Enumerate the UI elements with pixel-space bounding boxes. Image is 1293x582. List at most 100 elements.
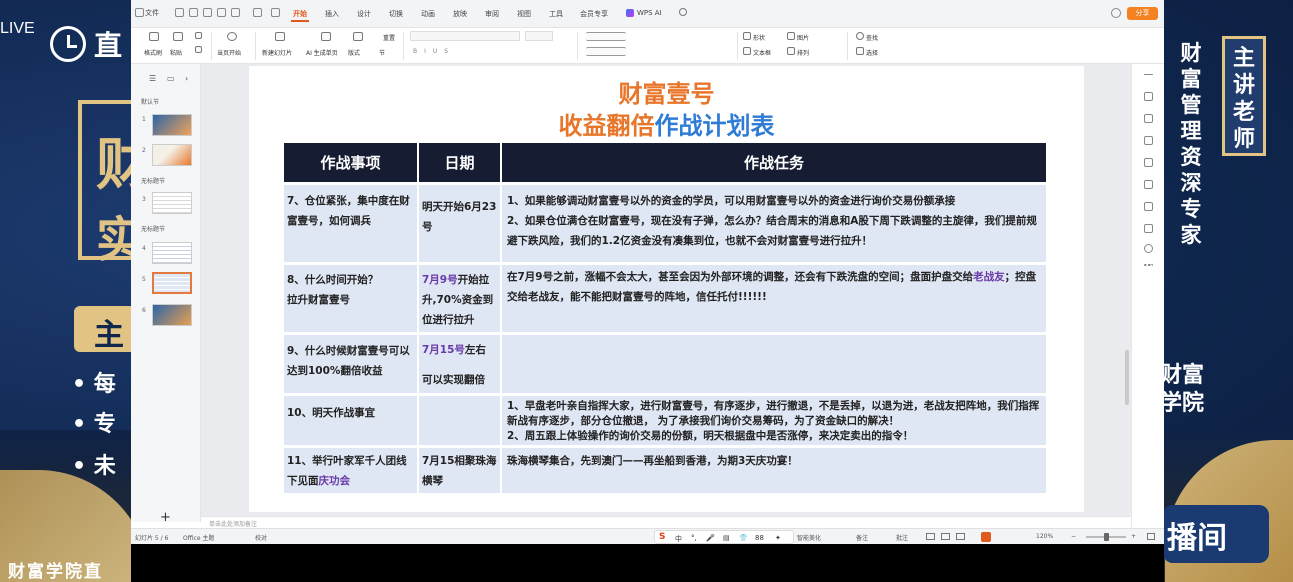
tab-slideshow[interactable]: 放映 <box>453 9 467 19</box>
section-label[interactable]: 默认节 <box>141 97 159 106</box>
tab-review[interactable]: 审阅 <box>485 9 499 19</box>
add-slide-button[interactable]: + <box>160 510 171 525</box>
zoom-slider-thumb[interactable] <box>1104 533 1109 541</box>
properties-icon[interactable] <box>1144 92 1153 101</box>
slide-thumbnail-2[interactable] <box>152 144 192 166</box>
ime-logo[interactable]: S <box>659 532 665 542</box>
paste-icon[interactable] <box>173 32 183 41</box>
input-method-toolbar[interactable]: S 中 °, 🎤 ▤ 👕 88 ✦ <box>654 530 794 544</box>
file-menu[interactable]: 文件 <box>145 8 159 18</box>
play-from-current-icon[interactable] <box>227 32 237 41</box>
table-row[interactable]: 10、明天作战事宜 1、早盘老叶亲自指挥大家，进行财富壹号，有序逐步，进行撤退，… <box>284 393 1046 445</box>
ime-skin-icon[interactable]: 👕 <box>739 534 748 542</box>
layout-button[interactable]: 版式 <box>348 48 360 57</box>
picture-icon[interactable] <box>787 32 795 40</box>
smart-beautify-button[interactable]: 智能美化 <box>797 533 821 542</box>
layout-icon[interactable] <box>353 32 363 41</box>
shape-icon[interactable] <box>743 32 751 40</box>
cut-icon[interactable] <box>195 32 202 39</box>
ime-voice-icon[interactable]: 🎤 <box>706 534 715 542</box>
favorites-icon[interactable] <box>1144 114 1153 123</box>
table-row[interactable]: 7、仓位紧张，集中度在财富壹号，如何调兵 明天开始6月23号 1、如果能够调动财… <box>284 182 1046 262</box>
zoom-in-icon[interactable]: + <box>1131 533 1136 540</box>
ime-chinese-toggle[interactable]: 中 <box>675 534 682 544</box>
select-icon[interactable] <box>856 47 864 55</box>
reset-button[interactable]: 重置 <box>383 33 395 42</box>
slideshow-play-button[interactable] <box>981 532 991 542</box>
save-icon[interactable] <box>189 8 198 17</box>
textbox-icon[interactable] <box>743 47 751 55</box>
font-size-select[interactable] <box>525 31 553 41</box>
open-icon[interactable] <box>175 8 184 17</box>
find-button[interactable]: 查找 <box>866 33 878 42</box>
tab-insert[interactable]: 插入 <box>325 9 339 19</box>
shape-button[interactable]: 形状 <box>753 33 765 42</box>
select-button[interactable]: 选择 <box>866 48 878 57</box>
proofing-button[interactable]: 校对 <box>255 533 267 542</box>
play-from-current-button[interactable]: 当页开始 <box>217 48 241 57</box>
arrange-button[interactable]: 排列 <box>797 48 809 57</box>
sorter-view-icon[interactable] <box>941 533 950 540</box>
section-label[interactable]: 无标题节 <box>141 176 165 185</box>
more-options-icon[interactable] <box>1144 264 1153 266</box>
copy-format-icon[interactable] <box>1144 136 1153 145</box>
new-slide-icon[interactable] <box>275 32 285 41</box>
ime-more-icon[interactable]: ✦ <box>775 534 781 542</box>
slide-thumbnail-5[interactable] <box>152 272 192 294</box>
translate-icon[interactable] <box>1144 180 1153 189</box>
ime-keyboard-icon[interactable]: ▤ <box>723 534 730 542</box>
arrange-icon[interactable] <box>787 47 795 55</box>
slide-thumbnail-3[interactable] <box>152 192 192 214</box>
table-row[interactable]: 8、什么时间开始？ 拉升财富壹号 7月9号开始拉升,70%资金到位进行拉升 在7… <box>284 262 1046 332</box>
more-icon[interactable] <box>271 8 280 17</box>
print-icon[interactable] <box>203 8 212 17</box>
speaker-notes-area[interactable]: 单击此处添加备注 <box>201 516 1131 528</box>
ai-generate-button[interactable]: AI 生成单页 <box>306 48 338 57</box>
preview-icon[interactable] <box>217 8 226 17</box>
zoom-out-icon[interactable]: − <box>1071 533 1076 540</box>
slide-thumbnail-4[interactable] <box>152 242 192 264</box>
picture-button[interactable]: 图片 <box>797 33 809 42</box>
normal-view-icon[interactable] <box>926 533 935 540</box>
new-slide-button[interactable]: 新建幻灯片 <box>262 48 292 57</box>
theme-name[interactable]: Office 主题 <box>183 533 214 542</box>
ime-punctuation-toggle[interactable]: °, <box>691 534 697 542</box>
battle-plan-table[interactable]: 作战事项 日期 作战任务 7、仓位紧张，集中度在财富壹号，如何调兵 明天开始6月… <box>284 143 1046 493</box>
font-style-buttons[interactable]: BIUS <box>413 48 455 55</box>
copy-icon[interactable] <box>195 46 202 53</box>
tab-design[interactable]: 设计 <box>357 9 371 19</box>
tab-view[interactable]: 视图 <box>517 9 531 19</box>
search-icon[interactable] <box>679 8 687 16</box>
alignment-tools[interactable] <box>586 47 626 56</box>
tab-tools[interactable]: 工具 <box>549 9 563 19</box>
cloud-sync-icon[interactable] <box>1111 8 1121 18</box>
reading-view-icon[interactable] <box>956 533 965 540</box>
tab-transition[interactable]: 切换 <box>389 9 403 19</box>
format-painter-button[interactable]: 格式刷 <box>144 48 162 57</box>
menu-icon[interactable] <box>135 8 144 17</box>
comments-toggle[interactable]: 批注 <box>896 533 908 542</box>
tab-member[interactable]: 会员专享 <box>580 9 608 19</box>
section-button[interactable]: 节 <box>379 48 385 57</box>
table-row[interactable]: 9、什么时候财富壹号可以达到100%翻倍收益 7月15号左右 可以实现翻倍 <box>284 332 1046 393</box>
paste-button[interactable]: 粘贴 <box>170 48 182 57</box>
tab-wps-ai[interactable]: WPS AI <box>637 9 662 17</box>
vertical-scrollbar[interactable] <box>1125 350 1129 405</box>
tab-animation[interactable]: 动画 <box>421 9 435 19</box>
ime-toolbox-icon[interactable]: 88 <box>755 534 764 542</box>
collapse-panel-icon[interactable]: › <box>185 74 188 83</box>
tab-home[interactable]: 开始 <box>291 9 309 22</box>
slide-thumbnail-6[interactable] <box>152 304 192 326</box>
current-slide[interactable]: 财富壹号 收益翻倍作战计划表 作战事项 日期 作战任务 7、仓位紧张，集中度在财… <box>249 66 1084 512</box>
thumbnail-view-icon[interactable]: ▭ <box>167 74 175 83</box>
paragraph-tools[interactable] <box>586 32 626 41</box>
redo-icon[interactable] <box>253 8 262 17</box>
textbox-button[interactable]: 文本框 <box>753 48 771 57</box>
share-button[interactable]: 分享 <box>1127 7 1158 20</box>
undo-icon[interactable] <box>231 8 240 17</box>
table-row[interactable]: 11、举行叶家军千人团线下见面庆功会 7月15相聚珠海横琴 珠海横琴集合，先到澳… <box>284 445 1046 493</box>
zoom-level[interactable]: 120% <box>1036 533 1053 540</box>
backup-icon[interactable] <box>1144 224 1153 233</box>
format-painter-icon[interactable] <box>149 32 159 41</box>
ai-generate-icon[interactable] <box>321 32 331 41</box>
